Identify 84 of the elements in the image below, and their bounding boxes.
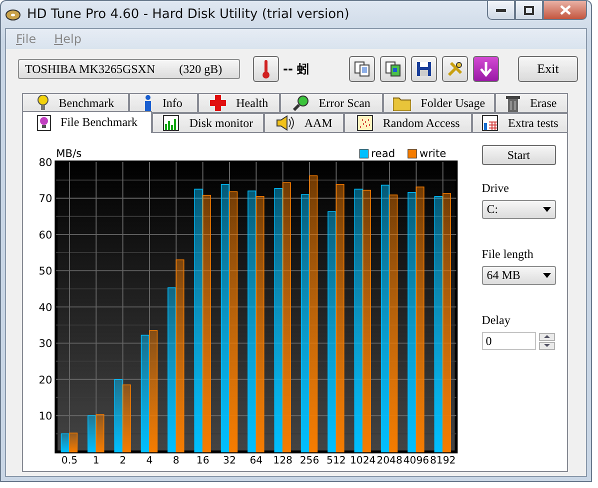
x-tick-label: 256 [300, 456, 320, 466]
scatter-plot-icon [356, 115, 373, 131]
y-axis-label: MB/s [56, 147, 82, 160]
bar-graph-icon [163, 115, 180, 131]
tools-icon[interactable] [442, 56, 468, 82]
tab[interactable]: Info [128, 93, 198, 113]
minimize-button[interactable] [487, 1, 515, 20]
y-tick-label: 60 [38, 228, 52, 242]
y-tick-label: 20 [38, 373, 52, 386]
x-tick-label: 8192 [430, 456, 456, 466]
x-tick-label: 1 [92, 456, 100, 466]
thermometer-button[interactable] [253, 56, 279, 82]
cross-icon [210, 95, 226, 111]
lightbulb-icon [36, 95, 49, 111]
tab[interactable]: Folder Usage [383, 93, 495, 113]
window-title: HD Tune Pro 4.60 - Hard Disk Utility (trial version) [27, 7, 350, 22]
delay-field[interactable]: 0 [482, 332, 536, 350]
tab[interactable]: Erase [494, 93, 568, 113]
file-length-dropdown[interactable]: 64 MB [482, 266, 556, 285]
y-tick-label: 80 [38, 156, 52, 169]
x-tick-label: 1024 [350, 456, 376, 466]
caret-icon [542, 207, 551, 212]
temperature-reading: -- 蚓 [283, 60, 310, 78]
copy-icon[interactable] [349, 56, 375, 82]
bar [96, 414, 104, 452]
tab[interactable]: AAM [264, 113, 344, 133]
close-icon [560, 5, 570, 15]
exit-button[interactable]: Exit [518, 56, 578, 82]
info-icon [144, 95, 152, 111]
x-tick-label: 4 [146, 456, 153, 466]
tab[interactable]: Random Access [344, 113, 472, 133]
legend-label: read [371, 147, 396, 160]
close-button[interactable] [543, 1, 587, 20]
tab[interactable]: Error Scan [280, 93, 384, 113]
legend-label: write [420, 147, 446, 160]
x-tick-label: 512 [326, 456, 346, 466]
y-tick-label: 50 [38, 264, 52, 278]
lightbulb-page-icon [36, 114, 51, 130]
bar [88, 415, 96, 452]
tab[interactable]: Benchmark [22, 93, 129, 113]
tab[interactable]: Disk monitor [152, 113, 264, 133]
speaker-icon [276, 115, 294, 131]
drive-letter-dropdown[interactable]: C: [482, 200, 556, 219]
x-tick-label: 8 [172, 456, 180, 466]
x-tick-label: 2048 [376, 456, 402, 466]
copy-image-icon[interactable] [380, 56, 406, 82]
spin-down-button[interactable] [538, 342, 555, 350]
bar [122, 384, 131, 452]
tab[interactable]: Health [198, 93, 280, 113]
y-tick-label: 70 [38, 192, 52, 206]
bar [60, 433, 70, 452]
x-tick-label: 4096 [403, 456, 430, 466]
disk-icon [5, 8, 21, 22]
maximize-icon [524, 6, 534, 14]
delay-label: Delay [482, 313, 512, 328]
minimize-icon [496, 8, 506, 12]
up-arrow-icon [544, 335, 550, 338]
download-icon[interactable] [473, 56, 499, 82]
x-tick-label: 64 [250, 456, 263, 466]
tab[interactable]: Extra tests [472, 113, 568, 133]
y-tick-label: 10 [38, 410, 52, 423]
file-length-label: File length [482, 247, 534, 262]
bar [69, 432, 78, 452]
x-tick-label: 32 [223, 456, 236, 466]
folder-icon [392, 96, 411, 110]
thermometer-icon [262, 59, 270, 79]
caret-icon [542, 273, 551, 278]
trash-icon [506, 94, 520, 112]
drive-dropdown[interactable]: TOSHIBA MK3265GSXN (320 gB) [18, 59, 240, 79]
down-arrow-icon [544, 344, 550, 347]
spin-up-button[interactable] [538, 332, 555, 340]
start-button[interactable]: Start [482, 145, 556, 165]
x-tick-label: 2 [120, 456, 126, 466]
grid-chart-icon [482, 115, 498, 131]
y-tick-label: 40 [38, 300, 52, 314]
save-icon[interactable] [411, 56, 437, 82]
y-tick-label: 30 [38, 337, 52, 350]
x-tick-label: 0.5 [61, 456, 78, 466]
tab[interactable]: File Benchmark [22, 111, 152, 133]
magnifier-icon [292, 95, 309, 111]
maximize-button[interactable] [515, 1, 543, 20]
x-tick-label: 128 [273, 456, 293, 466]
x-tick-label: 16 [196, 456, 210, 466]
drive-label: Drive [482, 181, 510, 196]
